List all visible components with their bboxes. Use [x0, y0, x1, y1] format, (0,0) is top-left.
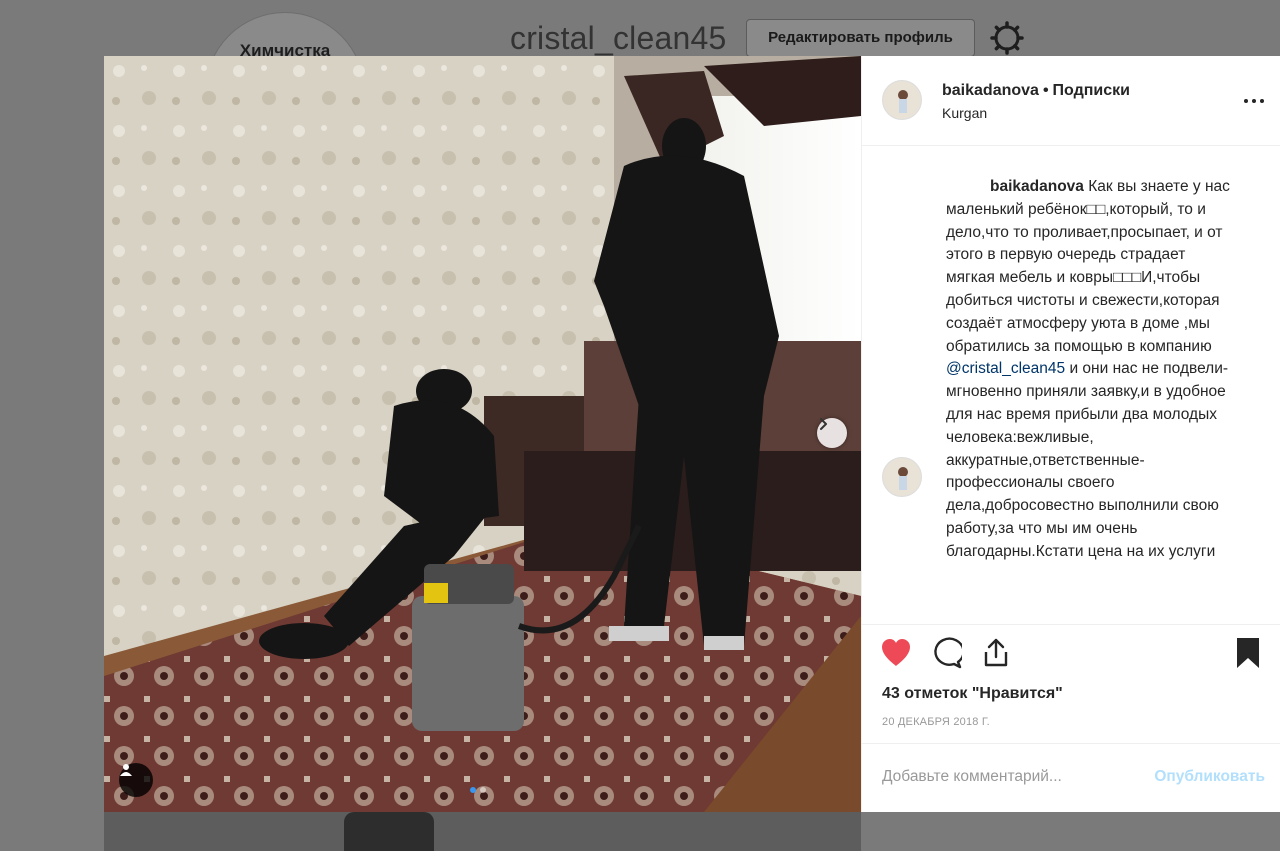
- post-header: baikadanova • Подписки Kurgan: [862, 56, 1280, 146]
- post-date[interactable]: 20 ДЕКАБРЯ 2018 Г.: [882, 716, 990, 728]
- gear-icon[interactable]: [989, 20, 1025, 56]
- carousel-indicator: [470, 787, 486, 793]
- caption-author-avatar[interactable]: [882, 457, 922, 497]
- post-photo: [104, 56, 861, 812]
- post-modal: baikadanova • Подписки Kurgan baikadanova …: [104, 56, 1280, 812]
- photo-illustration: [104, 56, 861, 812]
- caption-body-part1: Как вы знаете у нас маленький ребёнок□□,…: [946, 178, 1230, 355]
- share-icon[interactable]: [980, 637, 1012, 669]
- post-sidebar: baikadanova • Подписки Kurgan baikadanova …: [861, 56, 1280, 812]
- bookmark-icon[interactable]: [1232, 637, 1264, 669]
- author-username[interactable]: baikadanova: [942, 82, 1039, 99]
- likes-count[interactable]: 43 отметок "Нравится": [882, 685, 1063, 703]
- carousel-dot: [480, 787, 486, 793]
- tagged-users-button[interactable]: [119, 763, 153, 797]
- caption-body-part2: и они нас не подвели-мгновенно приняли з…: [946, 360, 1229, 560]
- post-location[interactable]: Kurgan: [942, 105, 987, 121]
- follow-status-button[interactable]: Подписки: [1053, 82, 1130, 99]
- profile-username: cristal_clean45: [510, 20, 727, 56]
- carousel-next-button[interactable]: [817, 418, 847, 448]
- comment-bar: Опубликовать: [862, 743, 1280, 813]
- chevron-right-icon: [820, 418, 827, 430]
- caption-text: baikadanova Как вы знаете у нас маленьки…: [946, 176, 1236, 564]
- author-avatar[interactable]: [882, 80, 922, 120]
- caption-username[interactable]: baikadanova: [946, 178, 1084, 195]
- more-options-icon[interactable]: [1242, 89, 1266, 113]
- carousel-dot-active: [470, 787, 476, 793]
- profile-header-background: Химчистка cristal_clean45 Редактировать …: [0, 0, 1280, 172]
- comment-icon[interactable]: [930, 637, 962, 669]
- heart-icon[interactable]: [880, 637, 912, 669]
- caption-area: baikadanova Как вы знаете у нас маленьки…: [882, 162, 1262, 582]
- post-actions: 43 отметок "Нравится" 20 ДЕКАБРЯ 2018 Г.…: [862, 624, 1280, 812]
- comment-input[interactable]: [882, 766, 1122, 788]
- edit-profile-button[interactable]: Редактировать профиль: [746, 19, 975, 57]
- publish-comment-button[interactable]: Опубликовать: [1154, 768, 1265, 786]
- caption-mention-link[interactable]: @cristal_clean45: [946, 360, 1065, 377]
- user-icon: [120, 764, 132, 776]
- author-line: baikadanova • Подписки: [942, 82, 1131, 99]
- next-post-preview: [104, 812, 861, 851]
